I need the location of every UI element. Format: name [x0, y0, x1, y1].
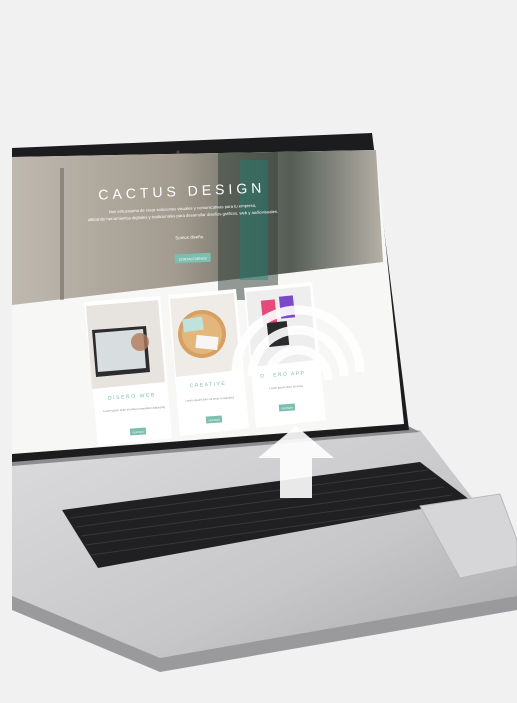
card-button-label: VER MÁS	[281, 406, 293, 411]
laptop-base	[12, 424, 517, 672]
laptop-screen: CACTUS DESIGN Nos entusiasma de crear so…	[12, 150, 404, 454]
card-button[interactable]: VER MÁS	[129, 427, 147, 436]
card-button[interactable]: VER MÁS	[278, 403, 296, 412]
card-button[interactable]: VER MÁS	[205, 415, 223, 424]
camera-dot	[176, 150, 180, 154]
card-diseno-web: DISEÑO WEB Lorem ipsum dolor sit amet co…	[84, 296, 172, 446]
card-button-label: VER MÁS	[132, 430, 144, 435]
contact-button[interactable]: CONTACTARNOS	[174, 252, 211, 264]
card-button-label: VER MÁS	[208, 418, 220, 423]
laptop-scene: CACTUS DESIGN Nos entusiasma de crear so…	[12, 133, 517, 672]
product-photo: CACTUS DESIGN Nos entusiasma de crear so…	[0, 0, 517, 698]
